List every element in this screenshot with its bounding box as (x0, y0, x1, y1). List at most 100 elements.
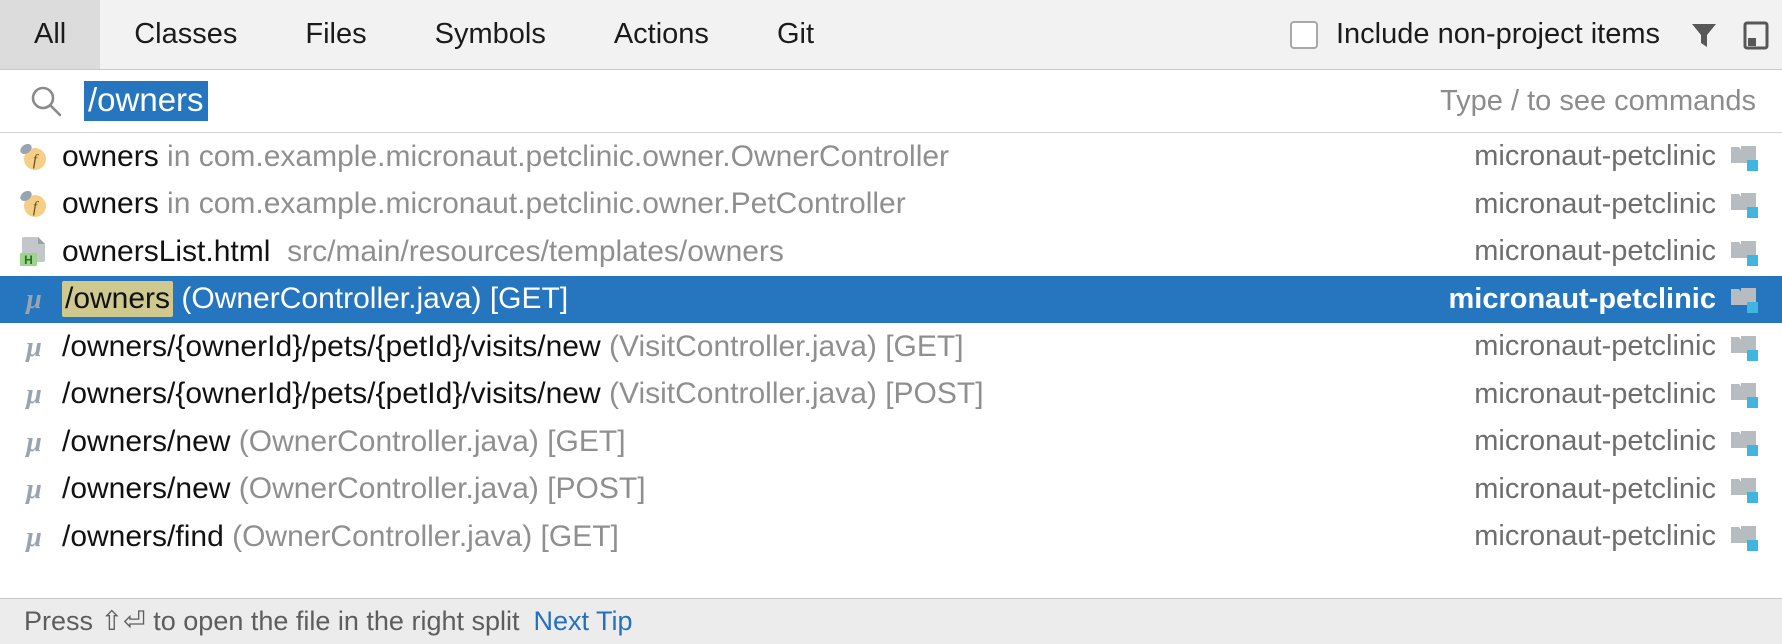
result-row-module-group: micronaut-petclinic (1450, 235, 1760, 268)
result-row-text: /owners/new (OwnerController.java) [GET] (62, 425, 1450, 459)
include-non-project-items-checkbox[interactable] (1290, 20, 1318, 49)
result-row-title: owners (62, 187, 159, 221)
svg-text:μ: μ (24, 332, 42, 363)
html-file-icon: H (14, 232, 54, 272)
preview-panel-icon[interactable] (1730, 0, 1782, 70)
micronaut-endpoint-icon: μ (14, 517, 54, 557)
module-icon (1728, 378, 1760, 410)
search-everywhere-dialog: All Classes Files Symbols Actions Git In… (0, 0, 1782, 644)
tab-bar: All Classes Files Symbols Actions Git In… (0, 0, 1782, 70)
svg-text:μ: μ (24, 474, 42, 505)
micronaut-endpoint-icon: μ (14, 279, 54, 319)
result-row-module-group: micronaut-petclinic (1450, 378, 1760, 411)
result-row[interactable]: μ/owners/{ownerId}/pets/{petId}/visits/n… (0, 371, 1782, 419)
tab-label: Actions (613, 18, 709, 50)
result-row-module-label: micronaut-petclinic (1474, 377, 1716, 410)
result-row[interactable]: μ/owners/new (OwnerController.java) [POS… (0, 466, 1782, 514)
module-icon (1728, 236, 1760, 268)
result-row-module-label: micronaut-petclinic (1474, 140, 1716, 173)
svg-text:H: H (24, 253, 33, 267)
result-row-module-label: micronaut-petclinic (1448, 282, 1717, 315)
result-row-subtitle: in com.example.micronaut.petclinic.owner… (158, 139, 950, 173)
field-icon: f (14, 184, 54, 224)
result-row-text: owners in com.example.micronaut.petclini… (62, 187, 1450, 221)
result-row-title: /owners/new (62, 472, 231, 506)
result-row-subtitle: (VisitController.java) [POST] (600, 377, 984, 411)
tab-classes[interactable]: Classes (100, 0, 271, 69)
tab-label: Symbols (434, 18, 546, 50)
micronaut-endpoint-icon: μ (14, 422, 54, 462)
result-row-title: /owners/find (62, 519, 224, 553)
result-row-title: owners (62, 139, 159, 173)
module-icon (1728, 283, 1760, 315)
tab-label: All (34, 18, 67, 50)
result-row-subtitle: (OwnerController.java) [GET] (173, 282, 569, 316)
micronaut-endpoint-icon: μ (14, 374, 54, 414)
svg-text:μ: μ (24, 522, 42, 553)
next-tip-link[interactable]: Next Tip (534, 606, 633, 637)
micronaut-endpoint-icon: μ (14, 469, 54, 509)
search-input[interactable]: /owners (84, 80, 1440, 122)
result-row[interactable]: f owners in com.example.micronaut.petclin… (0, 133, 1782, 181)
search-row[interactable]: /owners Type / to see commands (0, 70, 1782, 132)
result-row-module-group: micronaut-petclinic (1425, 283, 1761, 316)
svg-text:μ: μ (24, 284, 42, 315)
tab-label: Files (305, 18, 367, 50)
tab-label: Classes (134, 18, 238, 50)
micronaut-endpoint-icon: μ (14, 327, 54, 367)
result-row[interactable]: μ/owners/new (OwnerController.java) [GET… (0, 418, 1782, 466)
result-row-module-label: micronaut-petclinic (1474, 330, 1716, 363)
result-row-title: ownersList.html (62, 234, 271, 268)
result-row-title: /owners/{ownerId}/pets/{petId}/visits/ne… (62, 377, 601, 411)
tab-git[interactable]: Git (743, 0, 848, 69)
result-row-text: /owners (OwnerController.java) [GET] (62, 281, 1425, 318)
result-row-module-group: micronaut-petclinic (1450, 330, 1760, 363)
result-row-subtitle: in com.example.micronaut.petclinic.owner… (158, 187, 906, 221)
tab-symbols[interactable]: Symbols (401, 0, 580, 69)
result-row[interactable]: HownersList.html src/main/resources/temp… (0, 228, 1782, 276)
module-icon (1728, 473, 1760, 505)
result-row-text: ownersList.html src/main/resources/templ… (62, 235, 1450, 269)
result-row-module-label: micronaut-petclinic (1474, 187, 1716, 220)
search-commands-hint: Type / to see commands (1440, 84, 1756, 117)
tab-files[interactable]: Files (271, 0, 400, 69)
results-list[interactable]: f owners in com.example.micronaut.petclin… (0, 132, 1782, 598)
result-row-module-label: micronaut-petclinic (1474, 425, 1716, 458)
filter-icon[interactable] (1678, 0, 1730, 70)
result-row-subtitle: (OwnerController.java) [POST] (230, 472, 646, 506)
result-row-title: /owners/{ownerId}/pets/{petId}/visits/ne… (62, 329, 601, 363)
result-row-module-group: micronaut-petclinic (1450, 425, 1760, 458)
svg-text:μ: μ (24, 427, 42, 458)
module-icon (1728, 331, 1760, 363)
result-row-module-label: micronaut-petclinic (1474, 235, 1716, 268)
result-row-subtitle: src/main/resources/templates/owners (270, 234, 784, 268)
result-row-module-group: micronaut-petclinic (1450, 520, 1760, 553)
result-row-subtitle: (OwnerController.java) [GET] (223, 519, 619, 553)
include-non-project-items-control[interactable]: Include non-project items (1290, 0, 1678, 69)
module-icon (1728, 521, 1760, 553)
module-icon (1728, 141, 1760, 173)
result-row[interactable]: μ/owners/find (OwnerController.java) [GE… (0, 513, 1782, 561)
result-row-text: /owners/new (OwnerController.java) [POST… (62, 472, 1450, 506)
status-tip-text: Press ⇧⏎ to open the file in the right s… (24, 606, 520, 636)
module-icon (1728, 426, 1760, 458)
result-row-text: /owners/{ownerId}/pets/{petId}/visits/ne… (62, 330, 1450, 364)
result-row-title-match: /owners (62, 281, 174, 318)
result-row-module-group: micronaut-petclinic (1450, 140, 1760, 173)
field-icon: f (14, 137, 54, 177)
module-icon (1728, 188, 1760, 220)
result-row-subtitle: (OwnerController.java) [GET] (230, 424, 626, 458)
result-row-text: /owners/{ownerId}/pets/{petId}/visits/ne… (62, 377, 1450, 411)
result-row-module-group: micronaut-petclinic (1450, 188, 1760, 221)
result-row[interactable]: f owners in com.example.micronaut.petclin… (0, 181, 1782, 229)
tab-actions[interactable]: Actions (580, 0, 743, 69)
include-non-project-items-label: Include non-project items (1336, 18, 1660, 50)
result-row-subtitle: (VisitController.java) [GET] (600, 329, 964, 363)
tab-all[interactable]: All (0, 0, 101, 69)
result-row[interactable]: μ/owners (OwnerController.java) [GET] mic… (0, 275, 1782, 323)
search-input-value: /owners (84, 80, 208, 122)
result-row-text: /owners/find (OwnerController.java) [GET… (62, 520, 1450, 554)
result-row[interactable]: μ/owners/{ownerId}/pets/{petId}/visits/n… (0, 323, 1782, 371)
tab-label: Git (776, 18, 814, 50)
result-row-module-group: micronaut-petclinic (1450, 473, 1760, 506)
